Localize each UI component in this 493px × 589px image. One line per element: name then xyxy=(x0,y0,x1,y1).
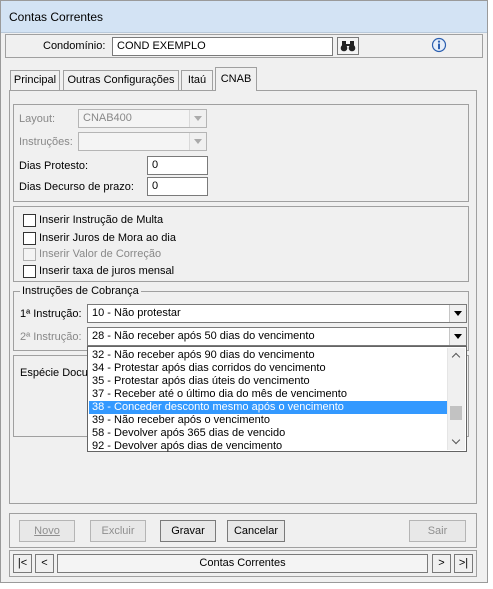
instrucao2-select[interactable]: 28 - Não receber após 50 dias do vencime… xyxy=(87,327,467,346)
window-title: Contas Correntes xyxy=(9,10,104,24)
chevron-up-icon[interactable] xyxy=(448,348,465,364)
binoculars-icon[interactable] xyxy=(337,37,359,55)
layout-select[interactable]: CNAB400 xyxy=(78,109,207,128)
novo-button[interactable]: Novo xyxy=(19,520,75,542)
juros-mora-checkbox[interactable] xyxy=(23,232,36,245)
list-item[interactable]: 32 - Não receber após 90 dias do vencime… xyxy=(89,349,449,362)
nav-last-button[interactable]: >| xyxy=(454,554,473,573)
nav-caption: Contas Correntes xyxy=(57,554,428,573)
tab-principal[interactable]: Principal xyxy=(10,70,60,90)
gravar-button[interactable]: Gravar xyxy=(160,520,216,542)
chevron-down-icon[interactable] xyxy=(449,328,466,345)
multa-label: Inserir Instrução de Multa xyxy=(39,214,164,226)
tab-itau[interactable]: Itaú xyxy=(181,70,213,90)
taxa-juros-checkbox[interactable] xyxy=(23,265,36,278)
dias-decurso-field[interactable]: 0 xyxy=(147,177,208,196)
list-item[interactable]: 37 - Receber até o último dia do mês de … xyxy=(89,388,449,401)
tab-outras-configuracoes[interactable]: Outras Configurações xyxy=(63,70,179,90)
instrucoes-label: Instruções: xyxy=(19,136,73,148)
chevron-down-icon[interactable] xyxy=(449,305,466,322)
scrollbar-thumb[interactable] xyxy=(450,406,462,420)
valor-correcao-label: Inserir Valor de Correção xyxy=(39,248,162,260)
list-item[interactable]: 34 - Protestar após dias corridos do ven… xyxy=(89,362,449,375)
window: Contas Correntes Condomínio: COND EXEMPL… xyxy=(0,0,488,583)
chevron-down-icon[interactable] xyxy=(448,434,465,450)
dias-decurso-label: Dias Decurso de prazo: xyxy=(19,181,134,193)
layout-label: Layout: xyxy=(19,113,56,125)
condominio-label: Condomínio: xyxy=(43,40,106,52)
chevron-down-icon xyxy=(189,133,206,150)
instrucao2-label: 2ª Instrução: xyxy=(20,331,82,343)
excluir-button[interactable]: Excluir xyxy=(90,520,146,542)
especie-label: Espécie Docum xyxy=(20,367,98,379)
list-item[interactable]: 39 - Não receber após o vencimento xyxy=(89,414,449,427)
list-item-selected[interactable]: 38 - Conceder desconto mesmo após o venc… xyxy=(89,401,449,414)
taxa-juros-label: Inserir taxa de juros mensal xyxy=(39,265,175,277)
dias-protesto-label: Dias Protesto: xyxy=(19,160,89,172)
valor-correcao-checkbox[interactable] xyxy=(23,248,36,261)
juros-mora-label: Inserir Juros de Mora ao dia xyxy=(39,232,176,244)
instrucoes-cobranca-legend: Instruções de Cobrança xyxy=(20,285,141,297)
dias-protesto-field[interactable]: 0 xyxy=(147,156,208,175)
cancelar-button[interactable]: Cancelar xyxy=(227,520,285,542)
list-item[interactable]: 58 - Devolver após 365 dias de vencido xyxy=(89,427,449,440)
dropdown-scrollbar[interactable] xyxy=(447,348,465,450)
instrucao1-label: 1ª Instrução: xyxy=(20,308,82,320)
tab-cnab[interactable]: CNAB xyxy=(215,67,257,91)
chevron-down-icon xyxy=(189,110,206,127)
condominio-field[interactable]: COND EXEMPLO xyxy=(112,37,333,56)
info-icon[interactable] xyxy=(431,37,447,53)
title-bar: Contas Correntes xyxy=(1,1,487,33)
instrucoes-select[interactable] xyxy=(78,132,207,151)
instrucao2-dropdown-list[interactable]: 32 - Não receber após 90 dias do vencime… xyxy=(87,346,467,452)
sair-button[interactable]: Sair xyxy=(409,520,466,542)
multa-checkbox[interactable] xyxy=(23,214,36,227)
nav-first-button[interactable]: |< xyxy=(13,554,32,573)
list-item[interactable]: 35 - Protestar após dias úteis do vencim… xyxy=(89,375,449,388)
nav-next-button[interactable]: > xyxy=(432,554,451,573)
instrucao1-select[interactable]: 10 - Não protestar xyxy=(87,304,467,323)
nav-prev-button[interactable]: < xyxy=(35,554,54,573)
list-item[interactable]: 92 - Devolver após dias de vencimento xyxy=(89,440,449,453)
